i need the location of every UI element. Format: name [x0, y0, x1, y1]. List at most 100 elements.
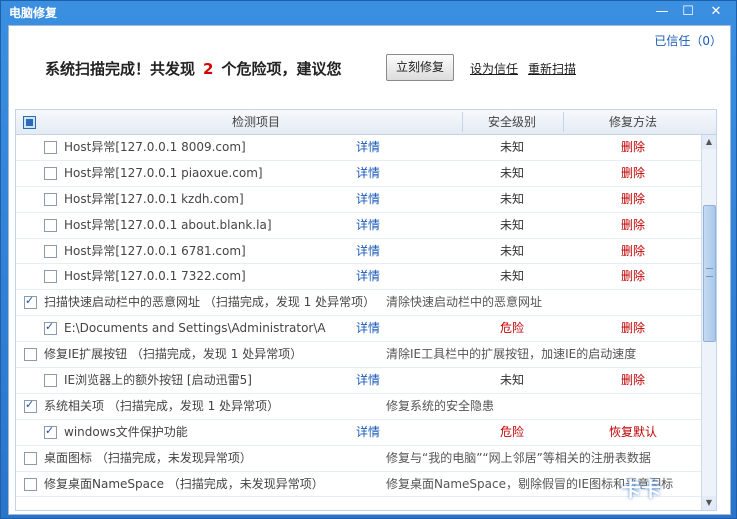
window-title: 电脑修复: [9, 6, 58, 20]
row-checkbox[interactable]: [44, 424, 57, 439]
column-method[interactable]: 修复方法: [563, 110, 703, 134]
row-checkbox[interactable]: [24, 294, 37, 310]
repair-action-link[interactable]: 删除: [563, 316, 703, 340]
row-checkbox[interactable]: [24, 398, 37, 413]
row-checkbox[interactable]: [24, 348, 37, 362]
row-checkbox[interactable]: [44, 320, 57, 336]
row-checkbox[interactable]: [44, 141, 57, 154]
scroll-thumb[interactable]: [703, 205, 716, 342]
danger-count: 2: [203, 60, 214, 78]
column-level[interactable]: 安全级别: [462, 110, 562, 134]
item-row[interactable]: Host异常[127.0.0.1 6781.com] 详情 未知 删除: [16, 239, 716, 265]
group-row[interactable]: 修复IE扩展按钮 （扫描完成，发现 1 处异常项） 清除IE工具栏中的扩展按钮，加…: [16, 342, 716, 369]
detail-link[interactable]: 详情: [356, 264, 380, 288]
security-level: 未知: [499, 140, 524, 154]
row-checkbox[interactable]: [44, 244, 57, 258]
row-name: Host异常[127.0.0.1 6781.com]: [64, 243, 246, 258]
summary-suffix: 个危险项，建议您: [221, 60, 342, 78]
close-icon[interactable]: ✕: [705, 3, 727, 21]
row-checkbox[interactable]: [44, 166, 57, 180]
select-all-checkbox[interactable]: [23, 116, 36, 129]
table-header: 检测项目 安全级别 修复方法: [16, 110, 716, 135]
repair-action-link[interactable]: 恢复默认: [563, 420, 703, 444]
security-level: 未知: [499, 165, 524, 180]
detail-link[interactable]: 详情: [356, 420, 380, 444]
row-name: 桌面图标 （扫描完成，未发现异常项）: [44, 450, 252, 465]
security-level: 未知: [499, 217, 524, 232]
row-name: E:\Documents and Settings\Administrator\…: [64, 321, 326, 336]
security-level: 未知: [499, 243, 524, 258]
detail-link[interactable]: 详情: [356, 239, 380, 263]
item-row[interactable]: Host异常[127.0.0.1 kzdh.com] 详情 未知 删除: [16, 187, 716, 213]
row-checkbox[interactable]: [44, 192, 57, 206]
row-name: IE浏览器上的额外按钮 [启动迅雷5]: [64, 373, 252, 388]
row-description: 修复与“我的电脑”“网上邻居”等相关的注册表数据: [386, 450, 651, 465]
column-item[interactable]: 检测项目: [46, 110, 466, 134]
row-description: 修复系统的安全隐患: [386, 398, 495, 413]
row-name: windows文件保护功能: [64, 424, 188, 439]
row-name: Host异常[127.0.0.1 about.blank.la]: [64, 217, 272, 232]
security-level: 未知: [499, 191, 524, 206]
results-list: Host异常[127.0.0.1 8009.com] 详情 未知 删除 Host异常[1…: [16, 135, 716, 498]
set-trust-link[interactable]: 设为信任: [470, 60, 518, 77]
repair-window: 电脑修复 — ☐ ✕ 已信任（0） 系统扫描完成！共发现 2 个危险项，建议您 立刻…: [0, 0, 737, 519]
repair-action-link[interactable]: 删除: [563, 161, 703, 185]
repair-action-link[interactable]: 删除: [563, 239, 703, 263]
repair-action-link[interactable]: 删除: [563, 213, 703, 237]
security-level: 未知: [499, 269, 524, 284]
scroll-up-icon[interactable]: ▲: [702, 135, 716, 149]
grip-icon: [706, 268, 713, 277]
results-table: 检测项目 安全级别 修复方法 Host异常[127.0.0.1 8009.com…: [15, 109, 717, 511]
detail-link[interactable]: 详情: [356, 187, 380, 211]
repair-action-link[interactable]: 删除: [563, 368, 703, 392]
row-name: 系统相关项 （扫描完成，发现 1 处异常项）: [44, 398, 280, 413]
vertical-scrollbar[interactable]: ▲ ▼: [701, 135, 716, 510]
row-name: Host异常[127.0.0.1 piaoxue.com]: [64, 165, 263, 180]
minimize-icon[interactable]: —: [651, 3, 673, 21]
group-row[interactable]: 桌面图标 （扫描完成，未发现异常项） 修复与“我的电脑”“网上邻居”等相关的注册表…: [16, 446, 716, 472]
row-name: 修复IE扩展按钮 （扫描完成，发现 1 处异常项）: [44, 347, 303, 362]
summary-prefix: 系统扫描完成！共发现: [45, 60, 196, 78]
row-name: 修复桌面NameSpace （扫描完成，未发现异常项）: [44, 476, 324, 491]
rescan-link[interactable]: 重新扫描: [528, 60, 576, 77]
row-checkbox[interactable]: [44, 218, 57, 232]
title-bar[interactable]: 电脑修复 — ☐ ✕: [1, 1, 736, 23]
detail-link[interactable]: 详情: [356, 135, 380, 159]
security-level: 危险: [499, 321, 524, 336]
detail-link[interactable]: 详情: [356, 368, 380, 392]
row-description: 清除IE工具栏中的扩展按钮，加速IE的启动速度: [386, 347, 637, 362]
row-checkbox[interactable]: [44, 374, 57, 388]
row-checkbox[interactable]: [24, 477, 37, 491]
repair-action-link[interactable]: 删除: [563, 187, 703, 211]
row-description: 清除快速启动栏中的恶意网址: [386, 295, 543, 310]
detail-link[interactable]: 详情: [356, 161, 380, 185]
scroll-down-icon[interactable]: ▼: [702, 496, 716, 510]
item-row[interactable]: Host异常[127.0.0.1 about.blank.la] 详情 未知 删除: [16, 213, 716, 239]
group-row[interactable]: 系统相关项 （扫描完成，发现 1 处异常项） 修复系统的安全隐患: [16, 394, 716, 420]
item-row[interactable]: Host异常[127.0.0.1 piaoxue.com] 详情 未知 删除: [16, 161, 716, 187]
group-row[interactable]: 修复桌面NameSpace （扫描完成，未发现异常项） 修复桌面NameSpace…: [16, 472, 716, 498]
row-name: Host异常[127.0.0.1 kzdh.com]: [64, 191, 244, 206]
row-name: Host异常[127.0.0.1 8009.com]: [64, 140, 246, 154]
scan-summary: 系统扫描完成！共发现 2 个危险项，建议您: [45, 58, 341, 79]
fix-now-button[interactable]: 立刻修复: [386, 54, 454, 81]
item-row[interactable]: windows文件保护功能 详情 危险 恢复默认: [16, 420, 716, 446]
row-checkbox[interactable]: [24, 451, 37, 465]
security-level: 未知: [499, 373, 524, 388]
row-name: 扫描快速启动栏中的恶意网址 （扫描完成，发现 1 处异常项）: [44, 295, 376, 310]
watermark-logo: 卡卡: [621, 477, 661, 501]
item-row[interactable]: Host异常[127.0.0.1 7322.com] 详情 未知 删除: [16, 264, 716, 291]
group-row[interactable]: 扫描快速启动栏中的恶意网址 （扫描完成，发现 1 处异常项） 清除快速启动栏中的恶…: [16, 290, 716, 317]
trusted-link[interactable]: 已信任（0）: [654, 32, 722, 49]
repair-action-link[interactable]: 删除: [563, 264, 703, 288]
item-row[interactable]: IE浏览器上的额外按钮 [启动迅雷5] 详情 未知 删除: [16, 368, 716, 394]
detail-link[interactable]: 详情: [356, 213, 380, 237]
detail-link[interactable]: 详情: [356, 316, 380, 340]
repair-action-link[interactable]: 删除: [563, 135, 703, 159]
content-area: 已信任（0） 系统扫描完成！共发现 2 个危险项，建议您 立刻修复 设为信任 重新扫…: [8, 25, 731, 515]
row-name: Host异常[127.0.0.1 7322.com]: [64, 269, 246, 284]
maximize-icon[interactable]: ☐: [677, 3, 699, 21]
row-checkbox[interactable]: [44, 270, 57, 284]
item-row[interactable]: E:\Documents and Settings\Administrator\…: [16, 316, 716, 343]
item-row[interactable]: Host异常[127.0.0.1 8009.com] 详情 未知 删除: [16, 135, 716, 161]
